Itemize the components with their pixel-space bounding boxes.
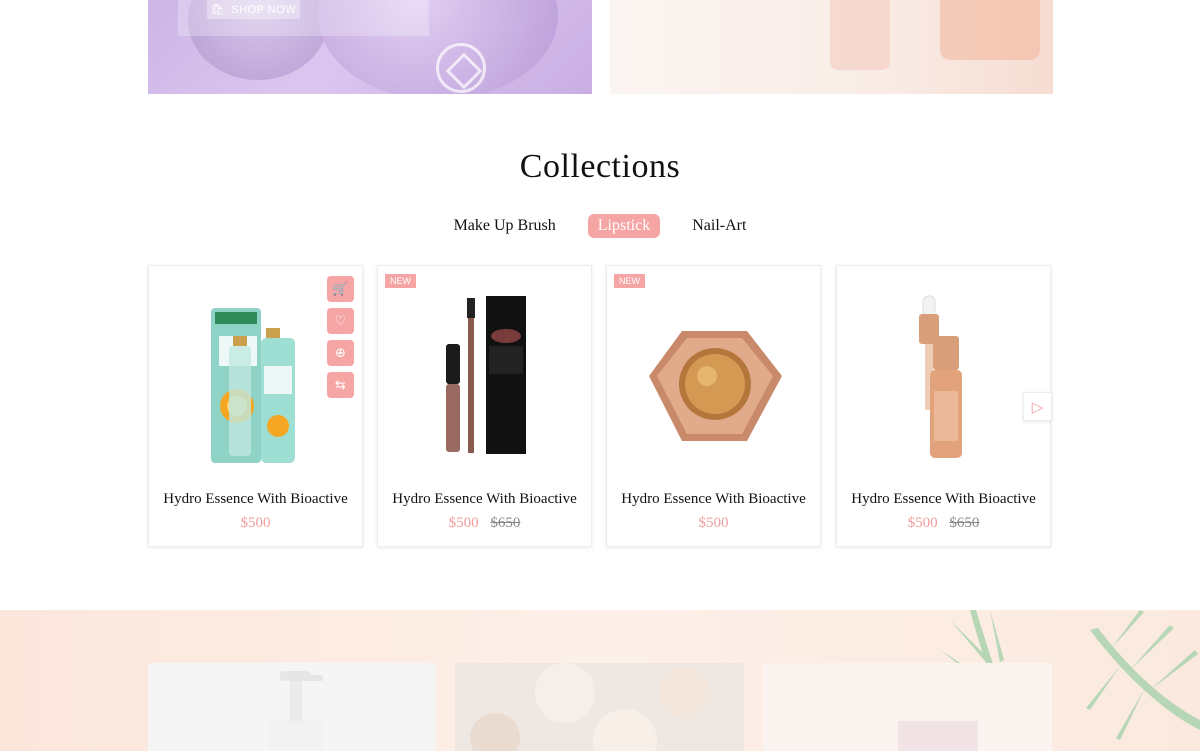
tab-nail-art[interactable]: Nail-Art bbox=[682, 214, 756, 238]
product-box-image bbox=[898, 721, 978, 751]
product-prices: $500 $650 bbox=[837, 515, 1050, 532]
product-image-dropper-serum[interactable] bbox=[837, 266, 1052, 486]
product-image-lip-kit[interactable] bbox=[378, 266, 593, 486]
tab-lipstick[interactable]: Lipstick bbox=[587, 214, 661, 238]
product-price: $500 bbox=[240, 515, 271, 531]
product-old-price: $650 bbox=[949, 515, 980, 531]
powder-jars-image bbox=[470, 663, 711, 751]
compare-icon[interactable]: ⇆ bbox=[327, 372, 354, 398]
bottle-image bbox=[830, 0, 890, 70]
collections-title: Collections bbox=[519, 148, 681, 185]
cart-icon[interactable]: 🛒 bbox=[327, 276, 354, 302]
category-card[interactable] bbox=[148, 663, 436, 751]
product-prices: $500 bbox=[149, 515, 362, 532]
tab-make-up-brush[interactable]: Make Up Brush bbox=[444, 214, 566, 238]
product-price: $500 bbox=[907, 515, 938, 531]
product-price: $500 bbox=[698, 515, 729, 531]
product-card[interactable]: NEW Hydro Essence With Bioactive $500 bbox=[606, 265, 821, 547]
brand-logo-icon bbox=[436, 43, 486, 93]
product-name[interactable]: Hydro Essence With Bioactive bbox=[837, 491, 1050, 508]
promo-banner-right[interactable] bbox=[610, 0, 1053, 94]
product-image-highlighter[interactable] bbox=[607, 266, 822, 486]
carousel-next-arrow-icon[interactable]: ▷ bbox=[1023, 392, 1052, 421]
product-name[interactable]: Hydro Essence With Bioactive bbox=[149, 491, 362, 508]
pump-bottle-image bbox=[268, 671, 324, 751]
zoom-icon[interactable]: ⊕ bbox=[327, 340, 354, 366]
product-name[interactable]: Hydro Essence With Bioactive bbox=[607, 491, 820, 508]
product-card[interactable]: 🛒 ♡ ⊕ ⇆ Hydro Essence With Bioactive $50… bbox=[148, 265, 363, 547]
new-badge: NEW bbox=[614, 274, 645, 288]
product-name[interactable]: Hydro Essence With Bioactive bbox=[378, 491, 591, 508]
shop-now-label: SHOP NOW bbox=[231, 3, 297, 16]
heart-icon[interactable]: ♡ bbox=[327, 308, 354, 334]
product-carousel: 🛒 ♡ ⊕ ⇆ Hydro Essence With Bioactive $50… bbox=[148, 265, 1052, 547]
bottle-image bbox=[940, 0, 1040, 60]
product-prices: $500 $650 bbox=[378, 515, 591, 532]
product-card[interactable]: Hydro Essence With Bioactive $500 $650 bbox=[836, 265, 1051, 547]
product-prices: $500 bbox=[607, 515, 820, 532]
collection-tabs: Make Up Brush Lipstick Nail-Art bbox=[0, 214, 1200, 238]
bag-icon: 🛍 bbox=[210, 4, 226, 16]
product-card[interactable]: NEW Hydro Essence With Bioactive $500 $6… bbox=[377, 265, 592, 547]
product-actions: 🛒 ♡ ⊕ ⇆ bbox=[327, 276, 354, 398]
shop-now-button[interactable]: 🛍 SHOP NOW bbox=[207, 0, 300, 19]
product-price: $500 bbox=[448, 515, 479, 531]
category-card[interactable] bbox=[455, 663, 744, 751]
promo-banner-left[interactable]: 🛍 SHOP NOW bbox=[148, 0, 592, 94]
product-old-price: $650 bbox=[490, 515, 521, 531]
new-badge: NEW bbox=[385, 274, 416, 288]
category-card[interactable] bbox=[763, 663, 1052, 751]
